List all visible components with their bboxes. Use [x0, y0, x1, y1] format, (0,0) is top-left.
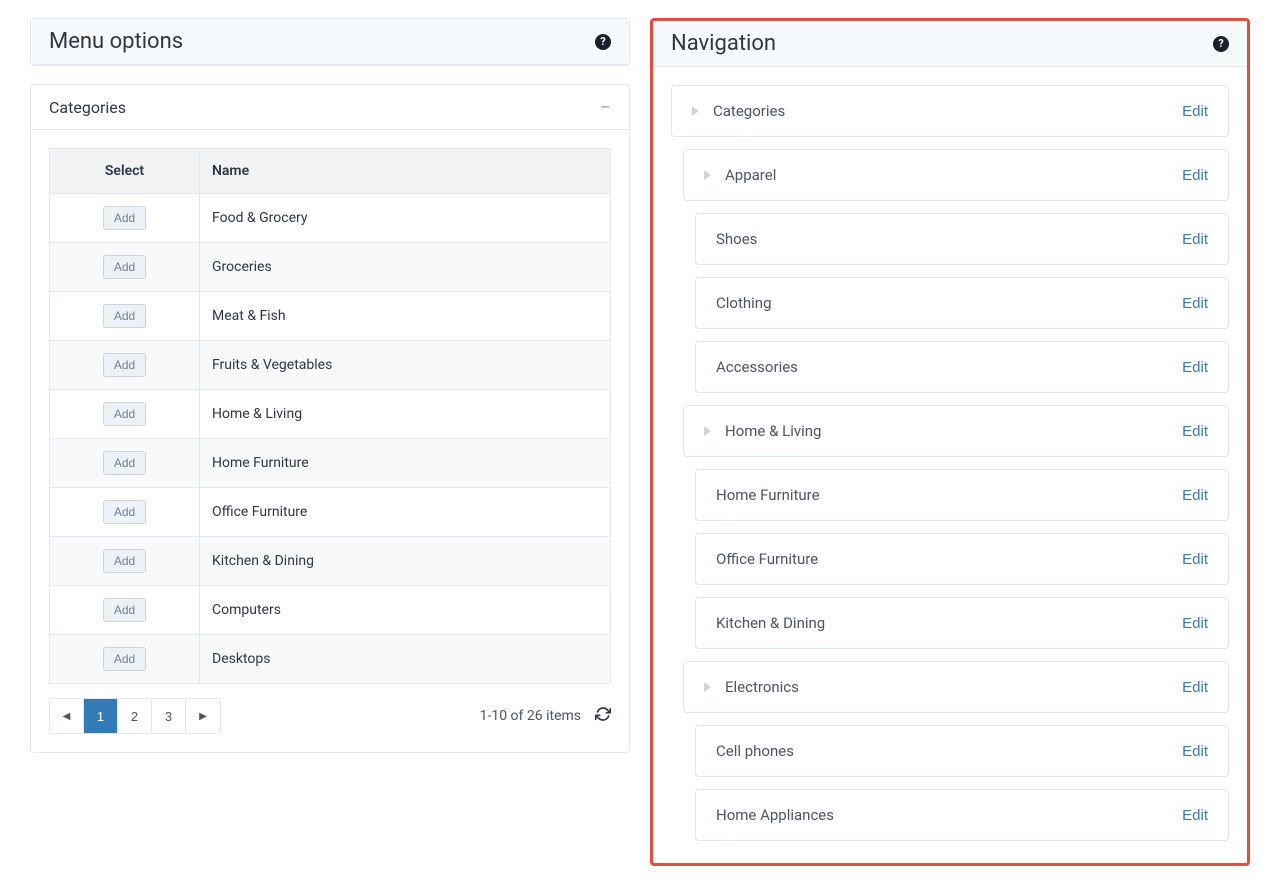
nav-item[interactable]: Clothing Edit: [695, 277, 1229, 329]
table-row: Add Groceries: [50, 243, 611, 292]
nav-item[interactable]: Office Furniture Edit: [695, 533, 1229, 585]
help-icon[interactable]: ?: [595, 34, 611, 50]
nav-item[interactable]: Apparel Edit: [683, 149, 1229, 201]
edit-link[interactable]: Edit: [1182, 295, 1208, 312]
edit-link[interactable]: Edit: [1182, 103, 1208, 120]
edit-link[interactable]: Edit: [1182, 679, 1208, 696]
nav-item[interactable]: Home Appliances Edit: [695, 789, 1229, 841]
category-name: Fruits & Vegetables: [200, 341, 611, 390]
nav-item[interactable]: Shoes Edit: [695, 213, 1229, 265]
nav-item[interactable]: Kitchen & Dining Edit: [695, 597, 1229, 649]
nav-item-label: Kitchen & Dining: [716, 614, 825, 632]
add-button[interactable]: Add: [103, 206, 146, 230]
menu-options-panel: Menu options ?: [30, 18, 630, 66]
category-name: Desktops: [200, 635, 611, 684]
table-row: Add Home Furniture: [50, 439, 611, 488]
nav-item[interactable]: Categories Edit: [671, 85, 1229, 137]
nav-item[interactable]: Cell phones Edit: [695, 725, 1229, 777]
category-name: Home Furniture: [200, 439, 611, 488]
expand-icon[interactable]: [704, 426, 711, 436]
table-row: Add Computers: [50, 586, 611, 635]
category-name: Groceries: [200, 243, 611, 292]
table-row: Add Kitchen & Dining: [50, 537, 611, 586]
help-icon[interactable]: ?: [1213, 36, 1229, 52]
add-button[interactable]: Add: [103, 402, 146, 426]
edit-link[interactable]: Edit: [1182, 423, 1208, 440]
nav-item-label: Home Appliances: [716, 806, 834, 824]
expand-icon[interactable]: [692, 106, 699, 116]
category-name: Computers: [200, 586, 611, 635]
collapse-icon[interactable]: −: [600, 97, 611, 117]
pager-status: 1-10 of 26 items: [480, 708, 581, 724]
edit-link[interactable]: Edit: [1182, 167, 1208, 184]
refresh-icon[interactable]: [595, 706, 611, 726]
table-row: Add Desktops: [50, 635, 611, 684]
edit-link[interactable]: Edit: [1182, 615, 1208, 632]
nav-item-label: Categories: [713, 102, 785, 120]
nav-item[interactable]: Home & Living Edit: [683, 405, 1229, 457]
edit-link[interactable]: Edit: [1182, 487, 1208, 504]
add-button[interactable]: Add: [103, 549, 146, 573]
add-button[interactable]: Add: [103, 500, 146, 524]
table-row: Add Meat & Fish: [50, 292, 611, 341]
nav-item-label: Home & Living: [725, 422, 821, 440]
add-button[interactable]: Add: [103, 255, 146, 279]
table-row: Add Home & Living: [50, 390, 611, 439]
pager-page-3[interactable]: 3: [152, 699, 186, 733]
col-select: Select: [50, 149, 200, 194]
add-button[interactable]: Add: [103, 451, 146, 475]
categories-panel: Categories − Select Name Add Food & Groce…: [30, 84, 630, 753]
category-name: Kitchen & Dining: [200, 537, 611, 586]
pager-next[interactable]: ▶: [186, 699, 220, 733]
category-name: Meat & Fish: [200, 292, 611, 341]
pager-page-2[interactable]: 2: [118, 699, 152, 733]
add-button[interactable]: Add: [103, 598, 146, 622]
nav-item[interactable]: Electronics Edit: [683, 661, 1229, 713]
add-button[interactable]: Add: [103, 304, 146, 328]
expand-icon[interactable]: [704, 682, 711, 692]
edit-link[interactable]: Edit: [1182, 743, 1208, 760]
pager-prev[interactable]: ◀: [50, 699, 84, 733]
pager-page-1[interactable]: 1: [84, 699, 118, 733]
edit-link[interactable]: Edit: [1182, 359, 1208, 376]
nav-item-label: Cell phones: [716, 742, 794, 760]
nav-item-label: Home Furniture: [716, 486, 820, 504]
nav-item[interactable]: Home Furniture Edit: [695, 469, 1229, 521]
categories-table: Select Name Add Food & Grocery Add Grocerie…: [49, 148, 611, 684]
table-row: Add Fruits & Vegetables: [50, 341, 611, 390]
expand-icon[interactable]: [704, 170, 711, 180]
nav-item-label: Accessories: [716, 358, 798, 376]
edit-link[interactable]: Edit: [1182, 807, 1208, 824]
navigation-panel: Navigation ? CategoriesEditApparelEditSh…: [650, 18, 1250, 866]
nav-item-label: Electronics: [725, 678, 799, 696]
nav-item-label: Shoes: [716, 230, 757, 248]
edit-link[interactable]: Edit: [1182, 551, 1208, 568]
col-name: Name: [200, 149, 611, 194]
edit-link[interactable]: Edit: [1182, 231, 1208, 248]
nav-item-label: Apparel: [725, 166, 776, 184]
add-button[interactable]: Add: [103, 353, 146, 377]
category-name: Office Furniture: [200, 488, 611, 537]
table-row: Add Food & Grocery: [50, 194, 611, 243]
nav-item[interactable]: Accessories Edit: [695, 341, 1229, 393]
pager: ◀ 1 2 3 ▶: [49, 698, 221, 734]
menu-options-title: Menu options: [49, 29, 183, 54]
navigation-title: Navigation: [671, 31, 776, 56]
category-name: Home & Living: [200, 390, 611, 439]
categories-title: Categories: [49, 98, 126, 117]
category-name: Food & Grocery: [200, 194, 611, 243]
add-button[interactable]: Add: [103, 647, 146, 671]
table-row: Add Office Furniture: [50, 488, 611, 537]
nav-item-label: Office Furniture: [716, 550, 818, 568]
nav-item-label: Clothing: [716, 294, 772, 312]
